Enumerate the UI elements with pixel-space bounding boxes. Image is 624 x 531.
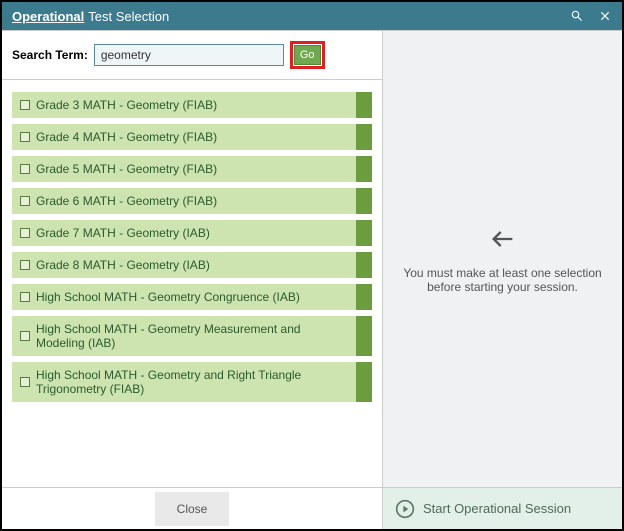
back-arrow-icon: [489, 225, 517, 253]
test-row-handle[interactable]: [356, 188, 372, 214]
test-row-body: Grade 8 MATH - Geometry (IAB): [12, 252, 356, 278]
main-content: Search Term: Go Grade 3 MATH - Geometry …: [2, 30, 622, 487]
checkbox-icon[interactable]: [20, 292, 30, 302]
test-row-label: Grade 3 MATH - Geometry (FIAB): [36, 98, 217, 112]
test-row-label: Grade 8 MATH - Geometry (IAB): [36, 258, 210, 272]
dialog-header: Operational Test Selection: [2, 2, 622, 30]
checkbox-icon[interactable]: [20, 196, 30, 206]
header-title-rest: Test Selection: [88, 9, 169, 24]
checkbox-icon[interactable]: [20, 377, 30, 387]
test-row-handle[interactable]: [356, 316, 372, 356]
search-icon[interactable]: [570, 9, 584, 23]
close-icon[interactable]: [598, 9, 612, 23]
test-row-body: Grade 6 MATH - Geometry (FIAB): [12, 188, 356, 214]
right-panel: You must make at least one selection bef…: [382, 31, 622, 487]
test-row-body: High School MATH - Geometry and Right Tr…: [12, 362, 356, 402]
test-row[interactable]: High School MATH - Geometry Measurement …: [12, 316, 372, 356]
checkbox-icon[interactable]: [20, 100, 30, 110]
checkbox-icon[interactable]: [20, 228, 30, 238]
test-row[interactable]: Grade 8 MATH - Geometry (IAB): [12, 252, 372, 278]
test-row-label: High School MATH - Geometry Measurement …: [36, 322, 348, 350]
footer-left: Close: [2, 488, 382, 529]
test-row[interactable]: High School MATH - Geometry and Right Tr…: [12, 362, 372, 402]
test-row-body: Grade 7 MATH - Geometry (IAB): [12, 220, 356, 246]
test-row-label: Grade 7 MATH - Geometry (IAB): [36, 226, 210, 240]
header-icons: [570, 9, 612, 23]
test-row-handle[interactable]: [356, 124, 372, 150]
test-row-label: Grade 5 MATH - Geometry (FIAB): [36, 162, 217, 176]
selection-message: You must make at least one selection bef…: [403, 266, 602, 294]
test-row-label: High School MATH - Geometry Congruence (…: [36, 290, 300, 304]
start-session-label: Start Operational Session: [423, 501, 571, 516]
start-session-button[interactable]: Start Operational Session: [382, 488, 622, 529]
test-row-body: Grade 3 MATH - Geometry (FIAB): [12, 92, 356, 118]
go-button[interactable]: Go: [294, 45, 321, 65]
test-row[interactable]: Grade 6 MATH - Geometry (FIAB): [12, 188, 372, 214]
test-row[interactable]: Grade 7 MATH - Geometry (IAB): [12, 220, 372, 246]
test-row-label: High School MATH - Geometry and Right Tr…: [36, 368, 348, 396]
search-label: Search Term:: [12, 48, 88, 62]
dialog-window: Operational Test Selection Search Term: …: [0, 0, 624, 531]
test-row[interactable]: High School MATH - Geometry Congruence (…: [12, 284, 372, 310]
test-row-handle[interactable]: [356, 92, 372, 118]
checkbox-icon[interactable]: [20, 132, 30, 142]
checkbox-icon[interactable]: [20, 260, 30, 270]
play-circle-icon: [395, 499, 415, 519]
test-row-body: High School MATH - Geometry Measurement …: [12, 316, 356, 356]
search-input[interactable]: [94, 44, 284, 66]
test-row[interactable]: Grade 5 MATH - Geometry (FIAB): [12, 156, 372, 182]
close-button[interactable]: Close: [155, 492, 230, 526]
dialog-footer: Close Start Operational Session: [2, 487, 622, 529]
checkbox-icon[interactable]: [20, 164, 30, 174]
test-row-body: High School MATH - Geometry Congruence (…: [12, 284, 356, 310]
test-row-body: Grade 4 MATH - Geometry (FIAB): [12, 124, 356, 150]
test-row[interactable]: Grade 4 MATH - Geometry (FIAB): [12, 124, 372, 150]
test-row-label: Grade 6 MATH - Geometry (FIAB): [36, 194, 217, 208]
test-row-label: Grade 4 MATH - Geometry (FIAB): [36, 130, 217, 144]
test-row-handle[interactable]: [356, 252, 372, 278]
test-row-handle[interactable]: [356, 284, 372, 310]
left-panel: Search Term: Go Grade 3 MATH - Geometry …: [2, 31, 382, 487]
header-title-operational: Operational: [12, 9, 84, 24]
test-list: Grade 3 MATH - Geometry (FIAB) Grade 4 MA…: [2, 80, 382, 487]
go-button-highlight: Go: [290, 41, 325, 69]
search-row: Search Term: Go: [2, 31, 382, 80]
test-row-handle[interactable]: [356, 362, 372, 402]
checkbox-icon[interactable]: [20, 331, 30, 341]
test-row[interactable]: Grade 3 MATH - Geometry (FIAB): [12, 92, 372, 118]
test-row-handle[interactable]: [356, 156, 372, 182]
test-row-body: Grade 5 MATH - Geometry (FIAB): [12, 156, 356, 182]
test-row-handle[interactable]: [356, 220, 372, 246]
right-panel-content: You must make at least one selection bef…: [403, 225, 602, 294]
